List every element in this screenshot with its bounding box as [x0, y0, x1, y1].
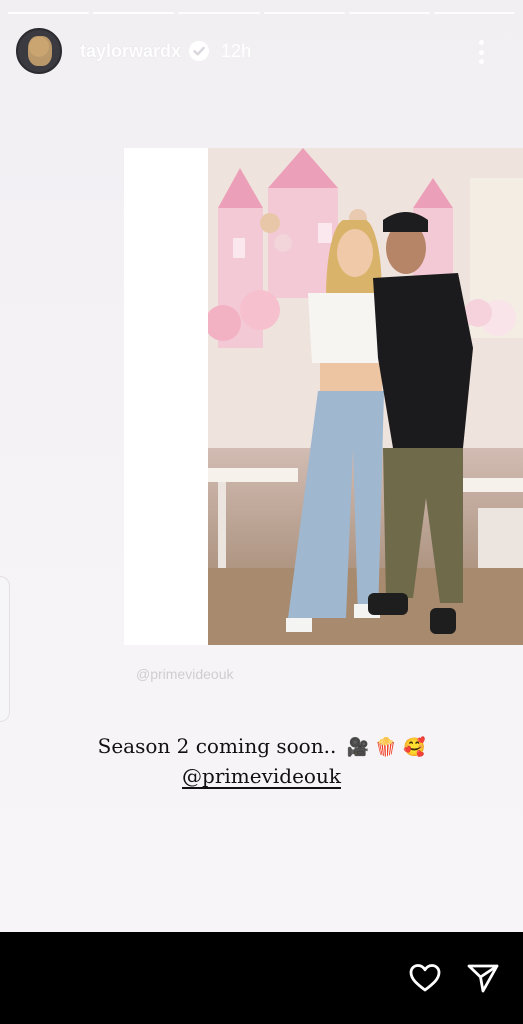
progress-segment: [263, 12, 345, 14]
post-watermark: @primevideouk: [136, 666, 234, 682]
side-tab[interactable]: [0, 576, 10, 722]
story-footer: [0, 932, 523, 1024]
post-photo: [208, 148, 523, 645]
verified-badge-icon: [189, 41, 210, 61]
more-vertical-icon[interactable]: [479, 40, 485, 64]
avatar[interactable]: [16, 28, 62, 74]
progress-segment: [433, 12, 516, 14]
story-caption: Season 2 coming soon.. 🎥 🍿 🥰: [0, 734, 523, 758]
timestamp: 12h: [221, 40, 252, 61]
shared-post[interactable]: [124, 148, 523, 645]
mention-link[interactable]: @primevideouk: [182, 764, 341, 788]
story-progress-bar: [8, 12, 516, 15]
send-icon[interactable]: [465, 960, 501, 996]
story-viewer[interactable]: taylorwardx 12h @primevideouk Season 2 c…: [0, 0, 523, 932]
progress-segment: [93, 12, 175, 14]
story-header: taylorwardx 12h: [16, 26, 507, 76]
progress-segment: [178, 12, 260, 14]
progress-segment: [8, 12, 90, 14]
username[interactable]: taylorwardx: [80, 41, 181, 62]
heart-icon[interactable]: [407, 960, 443, 996]
progress-segment: [348, 12, 430, 14]
caption-text: Season 2 coming soon..: [97, 734, 337, 758]
caption-emojis: 🎥 🍿 🥰: [346, 737, 426, 758]
mention-sticker[interactable]: @primevideouk: [0, 764, 523, 788]
